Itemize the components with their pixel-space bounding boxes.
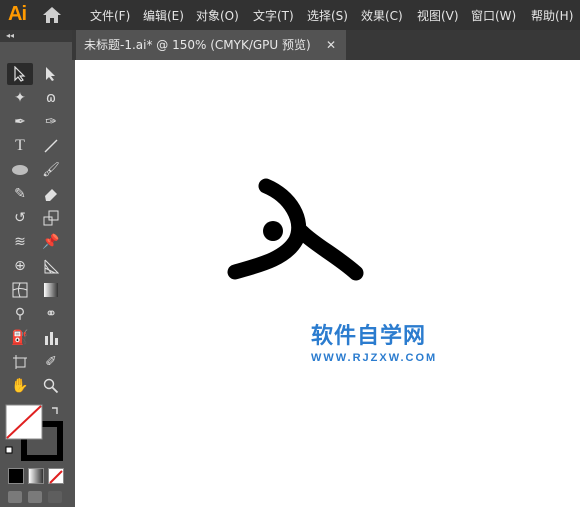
none-slash-icon bbox=[49, 470, 63, 484]
gradient-icon bbox=[44, 283, 58, 297]
selection-tool-button[interactable] bbox=[7, 63, 33, 85]
perspective-grid-icon bbox=[44, 259, 59, 274]
pencil-tool-button[interactable]: ✎ bbox=[7, 183, 33, 205]
column-graph-tool-button[interactable] bbox=[38, 327, 64, 349]
pen-tool-button[interactable]: ✒ bbox=[7, 111, 33, 133]
blend-icon: ⚭ bbox=[45, 306, 57, 322]
shape-builder-tool-button[interactable]: ⊕ bbox=[7, 255, 33, 277]
draw-inside-button[interactable] bbox=[48, 491, 62, 503]
gradient-tool-button[interactable] bbox=[38, 279, 64, 301]
lasso-icon: ɷ bbox=[45, 90, 57, 106]
symbol-sprayer-icon: ⛽ bbox=[11, 330, 29, 346]
watermark-url: WWW.RJZXW.COM bbox=[311, 352, 438, 364]
artboard-tool-button[interactable] bbox=[7, 351, 33, 373]
artboard-icon bbox=[13, 355, 27, 369]
home-button[interactable] bbox=[42, 6, 62, 24]
color-mode-button[interactable] bbox=[8, 468, 24, 484]
pencil-icon: ✎ bbox=[14, 186, 26, 202]
blend-tool-button[interactable]: ⚭ bbox=[38, 303, 64, 325]
symbol-sprayer-tool-button[interactable]: ⛽ bbox=[7, 327, 33, 349]
width-icon: ≋ bbox=[14, 234, 26, 250]
type-tool-button[interactable]: T bbox=[7, 135, 33, 157]
width-tool-button[interactable]: ≋ bbox=[7, 231, 33, 253]
draw-behind-button[interactable] bbox=[28, 491, 42, 503]
line-segment-icon bbox=[44, 139, 58, 153]
fill-stroke-controls bbox=[5, 404, 63, 461]
menu-view[interactable]: 视图(V) bbox=[417, 7, 459, 24]
menu-window[interactable]: 窗口(W) bbox=[471, 7, 516, 24]
artboard-canvas[interactable]: 软件自学网 WWW.RJZXW.COM bbox=[75, 60, 580, 507]
none-mode-button[interactable] bbox=[48, 468, 64, 484]
menu-bar: Ai 文件(F) 编辑(E) 对象(O) 文字(T) 选择(S) 效果(C) 视… bbox=[0, 0, 580, 30]
magic-wand-icon: ✦ bbox=[14, 90, 26, 106]
pin-icon: 📌 bbox=[42, 234, 60, 250]
gradient-mode-button[interactable] bbox=[28, 468, 44, 484]
close-tab-icon[interactable]: ✕ bbox=[326, 30, 336, 60]
swap-arrow-icon[interactable] bbox=[52, 407, 58, 414]
menu-select[interactable]: 选择(S) bbox=[307, 7, 348, 24]
eyedropper-icon: ⚲ bbox=[14, 306, 26, 322]
hand-icon: ✋ bbox=[11, 378, 29, 394]
ellipse-tool-button[interactable] bbox=[7, 159, 33, 181]
watermark-title: 软件自学网 bbox=[311, 324, 427, 349]
direct-selection-tool-button[interactable] bbox=[38, 63, 64, 85]
artwork bbox=[227, 178, 364, 281]
rotate-tool-button[interactable]: ↺ bbox=[7, 207, 33, 229]
menu-effect[interactable]: 效果(C) bbox=[361, 7, 403, 24]
line-tool-button[interactable] bbox=[38, 135, 64, 157]
slice-tool-button[interactable]: ✐ bbox=[38, 351, 64, 373]
eraser-icon bbox=[45, 189, 57, 201]
mesh-icon bbox=[12, 282, 28, 298]
menu-help[interactable]: 帮助(H) bbox=[531, 7, 573, 24]
lasso-tool-button[interactable]: ɷ bbox=[38, 87, 64, 109]
curvature-tool-button[interactable]: ✑ bbox=[38, 111, 64, 133]
menu-edit[interactable]: 编辑(E) bbox=[143, 7, 184, 24]
menu-file[interactable]: 文件(F) bbox=[90, 7, 130, 24]
paintbrush-tool-button[interactable]: 🖌 bbox=[38, 159, 64, 181]
column-graph-icon bbox=[45, 332, 58, 345]
dot-shape[interactable] bbox=[263, 221, 283, 241]
direct-selection-arrow-icon bbox=[46, 67, 55, 81]
type-icon: T bbox=[15, 137, 25, 154]
document-tab[interactable]: 未标题-1.ai* @ 150% (CMYK/GPU 预览) bbox=[76, 30, 346, 60]
paintbrush-icon: 🖌 bbox=[42, 162, 60, 178]
shape-builder-icon: ⊕ bbox=[14, 258, 26, 274]
scale-tool-button[interactable] bbox=[38, 207, 64, 229]
app-logo: Ai bbox=[8, 3, 27, 25]
zoom-magnifier-icon bbox=[43, 378, 59, 394]
home-icon bbox=[43, 7, 61, 23]
curvature-icon: ✑ bbox=[45, 114, 57, 130]
rotate-icon: ↺ bbox=[14, 210, 26, 226]
stroke-path-2[interactable] bbox=[294, 224, 364, 281]
scale-icon bbox=[43, 210, 59, 226]
slice-knife-icon: ✐ bbox=[45, 354, 57, 370]
eyedropper-tool-button[interactable]: ⚲ bbox=[7, 303, 33, 325]
document-tab-title: 未标题-1.ai* @ 150% (CMYK/GPU 预览) bbox=[84, 38, 311, 52]
zoom-tool-button[interactable] bbox=[38, 375, 64, 397]
pen-icon: ✒ bbox=[14, 114, 26, 130]
hand-tool-button[interactable]: ✋ bbox=[7, 375, 33, 397]
collapse-panel-button[interactable]: ◂◂ bbox=[0, 30, 72, 42]
default-colors-icon[interactable] bbox=[5, 446, 13, 454]
draw-normal-button[interactable] bbox=[8, 491, 22, 503]
puppet-warp-tool-button[interactable]: 📌 bbox=[38, 231, 64, 253]
ellipse-icon bbox=[12, 165, 28, 175]
perspective-grid-tool-button[interactable] bbox=[38, 255, 64, 277]
selection-arrow-icon bbox=[14, 66, 26, 82]
mesh-tool-button[interactable] bbox=[7, 279, 33, 301]
eraser-tool-button[interactable] bbox=[38, 183, 64, 205]
menu-type[interactable]: 文字(T) bbox=[253, 7, 294, 24]
document-tab-bar: 未标题-1.ai* @ 150% (CMYK/GPU 预览) ✕ bbox=[72, 30, 580, 60]
magic-wand-tool-button[interactable]: ✦ bbox=[7, 87, 33, 109]
menu-object[interactable]: 对象(O) bbox=[196, 7, 239, 24]
